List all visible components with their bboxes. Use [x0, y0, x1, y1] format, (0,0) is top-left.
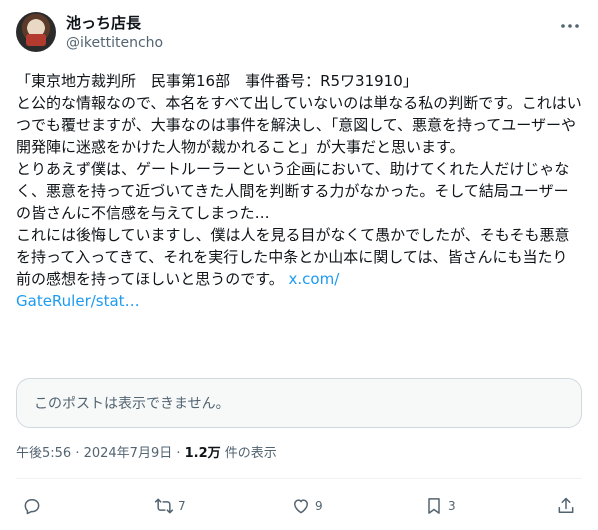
more-options-icon[interactable] — [558, 14, 582, 38]
repost-count: 7 — [178, 499, 186, 513]
bookmark-icon — [428, 498, 440, 514]
timestamp[interactable]: 午後5:56 · 2024年7月9日 — [16, 446, 172, 461]
post-body: 「東京地方裁判所 民事第16部 事件番号：R5ワ31910」 と公的な情報なので… — [16, 70, 582, 312]
divider — [16, 478, 582, 479]
repost-button[interactable]: 7 — [154, 494, 186, 518]
bookmark-count: 3 — [448, 499, 456, 513]
heart-icon — [294, 499, 308, 514]
author-name[interactable]: 池っち店長 — [66, 13, 141, 33]
like-button[interactable]: 9 — [291, 494, 323, 518]
views-label: 件の表示 — [220, 446, 277, 461]
repost-icon — [154, 498, 174, 514]
quoted-post-unavailable: このポストは表示できません。 — [16, 378, 582, 428]
unavailable-message: このポストは表示できません。 — [34, 396, 230, 412]
share-button[interactable] — [556, 494, 576, 518]
post-meta: 午後5:56 · 2024年7月9日 · 1.2万 件の表示 — [16, 444, 277, 464]
reply-icon — [24, 499, 40, 515]
bookmark-button[interactable]: 3 — [424, 494, 456, 518]
meta-separator: · — [172, 446, 185, 461]
avatar[interactable] — [16, 12, 56, 52]
post-text: 「東京地方裁判所 民事第16部 事件番号：R5ワ31910」 と公的な情報なので… — [16, 72, 582, 288]
author-handle[interactable]: @ikettitencho — [66, 34, 163, 52]
reply-button[interactable] — [22, 494, 46, 518]
share-icon — [558, 497, 574, 513]
action-bar: 7 9 3 — [16, 492, 582, 520]
views-count: 1.2万 — [184, 446, 221, 461]
like-count: 9 — [315, 499, 323, 513]
post-header: 池っち店長 @ikettitencho — [16, 12, 582, 56]
